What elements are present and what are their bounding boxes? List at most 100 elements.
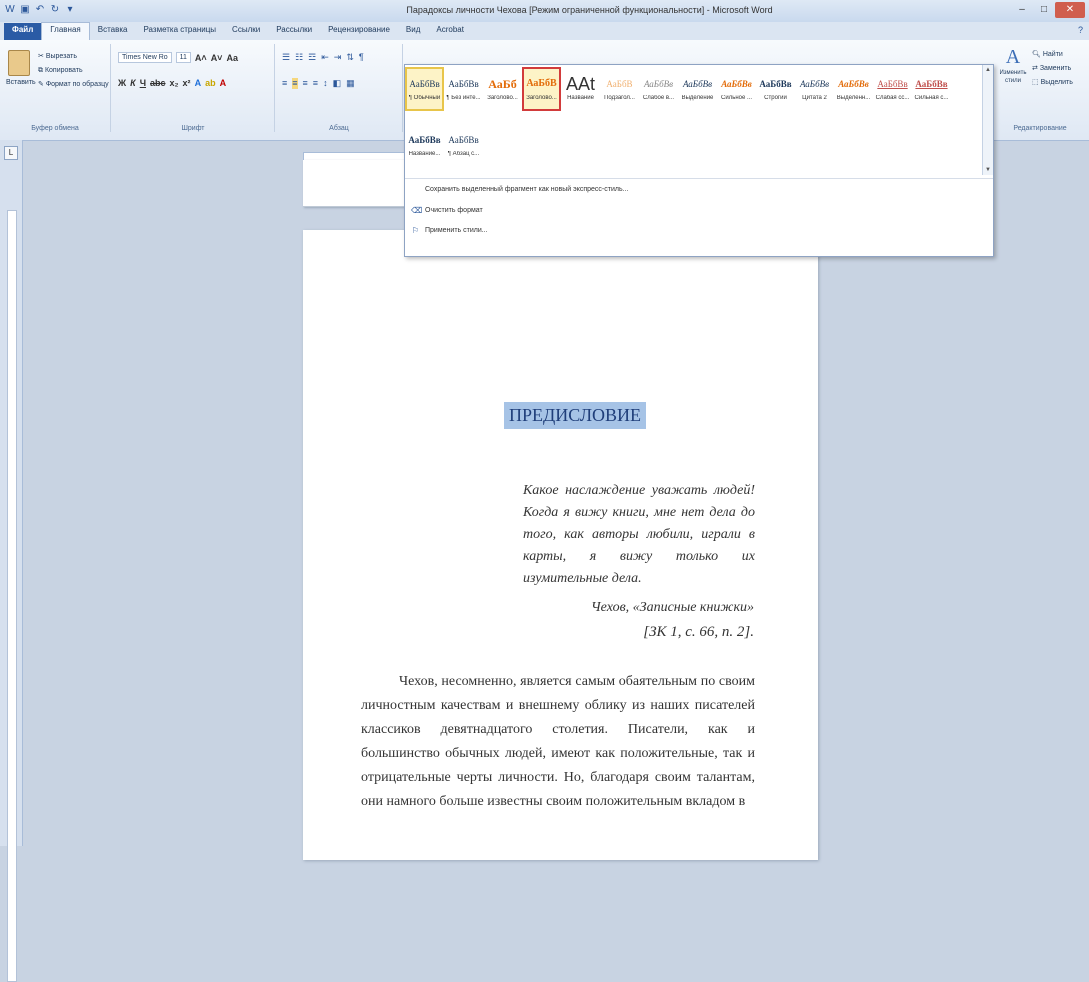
style-list-paragraph[interactable]: АаБбВв ¶ Абзац с... bbox=[444, 123, 483, 167]
undo-icon[interactable]: ↶ bbox=[34, 4, 46, 16]
maximize-icon[interactable]: □ bbox=[1033, 2, 1055, 18]
tab-file[interactable]: Файл bbox=[4, 23, 42, 40]
align-left-icon[interactable]: ≡ bbox=[282, 78, 287, 89]
bullets-icon[interactable]: ☰ bbox=[282, 52, 290, 63]
line-spacing-icon[interactable]: ↕ bbox=[323, 78, 328, 89]
style-intense-emphasis[interactable]: АаБбВв Сильное ... bbox=[717, 67, 756, 111]
close-icon[interactable]: ✕ bbox=[1055, 2, 1085, 18]
tab-review[interactable]: Рецензирование bbox=[320, 23, 398, 40]
change-styles-button[interactable]: A Изменить стили bbox=[998, 46, 1028, 85]
style-subtitle[interactable]: АаБбВ Подзагол... bbox=[600, 67, 639, 111]
style-heading-2[interactable]: АаБбВ Заголово... bbox=[522, 67, 561, 111]
save-quick-style-command[interactable]: Сохранить выделенный фрагмент как новый … bbox=[411, 185, 628, 194]
font-name-select[interactable]: Times New Ro bbox=[118, 52, 172, 63]
copy-button[interactable]: ⧉ Копировать bbox=[38, 64, 109, 78]
style-normal[interactable]: АаБбВв ¶ Обычный bbox=[405, 67, 444, 111]
highlight-icon[interactable]: ab bbox=[205, 78, 216, 88]
bold-icon[interactable]: Ж bbox=[118, 78, 126, 88]
tab-mailings[interactable]: Рассылки bbox=[268, 23, 320, 40]
tab-page-layout[interactable]: Разметка страницы bbox=[135, 23, 224, 40]
style-name: ¶ Абзац с... bbox=[447, 151, 480, 157]
style-name: Заголово... bbox=[526, 95, 557, 101]
scroll-up-icon[interactable]: ▲ bbox=[983, 67, 993, 73]
font-row-2: Ж К Ч abc x₂ x² A ab A bbox=[118, 78, 226, 88]
vertical-ruler-bar bbox=[7, 210, 17, 982]
style-no-spacing[interactable]: АаБбВв ¶ Без инте... bbox=[444, 67, 483, 111]
italic-icon[interactable]: К bbox=[130, 78, 136, 88]
cut-label: Вырезать bbox=[45, 53, 77, 60]
style-strong[interactable]: АаБбВв Строгий bbox=[756, 67, 795, 111]
subscript-icon[interactable]: x₂ bbox=[170, 78, 179, 88]
multilevel-list-icon[interactable]: ☲ bbox=[308, 52, 316, 63]
superscript-icon[interactable]: x² bbox=[183, 78, 191, 88]
tab-insert[interactable]: Вставка bbox=[90, 23, 136, 40]
style-name: Выделенн... bbox=[836, 95, 871, 101]
decrease-indent-icon[interactable]: ⇤ bbox=[321, 52, 329, 63]
clipboard-group-label: Буфер обмена bbox=[31, 125, 79, 132]
select-button[interactable]: ⬚ Выделить bbox=[1032, 76, 1073, 90]
pilcrow-icon[interactable]: ¶ bbox=[359, 52, 364, 63]
customize-icon[interactable]: ▾ bbox=[64, 4, 76, 16]
increase-indent-icon[interactable]: ⇥ bbox=[334, 52, 342, 63]
find-button[interactable]: 🔍︎ Найти bbox=[1032, 48, 1073, 62]
style-subtle-emphasis[interactable]: АаБбВв Слабое в... bbox=[639, 67, 678, 111]
align-center-icon[interactable]: ≡ bbox=[292, 78, 298, 89]
help-icon[interactable]: ? bbox=[1078, 25, 1083, 35]
align-right-icon[interactable]: ≡ bbox=[303, 78, 308, 89]
style-intense-quote[interactable]: АаБбВв Выделенн... bbox=[834, 67, 873, 111]
document-page[interactable]: ПРЕДИСЛОВИЕ Какое наслаждение уважать лю… bbox=[303, 230, 818, 860]
tab-references[interactable]: Ссылки bbox=[224, 23, 268, 40]
style-sample: АаБбВв bbox=[799, 79, 830, 89]
sort-icon[interactable]: ⇅ bbox=[346, 52, 354, 63]
word-icon[interactable]: W bbox=[4, 4, 16, 16]
text-effects-icon[interactable]: A bbox=[195, 78, 202, 88]
grow-font-icon[interactable]: A˄ bbox=[195, 53, 207, 63]
window-title: Парадоксы личности Чехова [Режим огранич… bbox=[406, 5, 773, 15]
paragraph-row-2: ≡ ≡ ≡ ≡ ↕ ◧ ▦ bbox=[282, 78, 355, 89]
style-subtle-reference[interactable]: АаБбВв Слабая сс... bbox=[873, 67, 912, 111]
brush-icon: ✎ bbox=[38, 81, 44, 88]
style-title[interactable]: ААt Название bbox=[561, 67, 600, 111]
font-size-select[interactable]: 11 bbox=[175, 52, 191, 63]
replace-label: Заменить bbox=[1039, 65, 1072, 72]
paste-button[interactable]: Вставить bbox=[6, 50, 36, 96]
title-bar: W ▣ ↶ ↻ ▾ Парадоксы личности Чехова [Реж… bbox=[0, 0, 1089, 23]
redo-icon[interactable]: ↻ bbox=[49, 4, 61, 16]
binoculars-icon: 🔍︎ bbox=[1032, 51, 1041, 58]
underline-icon[interactable]: Ч bbox=[140, 78, 146, 88]
justify-icon[interactable]: ≡ bbox=[313, 78, 318, 89]
scroll-down-icon[interactable]: ▼ bbox=[983, 167, 993, 173]
tab-acrobat[interactable]: Acrobat bbox=[428, 23, 472, 40]
style-heading-1[interactable]: АаБб Заголово... bbox=[483, 67, 522, 111]
clear-formatting-label: Очистить формат bbox=[425, 207, 483, 214]
tab-view[interactable]: Вид bbox=[398, 23, 428, 40]
style-emphasis[interactable]: АаБбВв Выделение bbox=[678, 67, 717, 111]
shading-icon[interactable]: ◧ bbox=[333, 78, 342, 89]
style-intense-reference[interactable]: АаБбВв Сильная с... bbox=[912, 67, 951, 111]
clear-formatting-command[interactable]: ⌫ Очистить формат bbox=[411, 206, 483, 215]
apply-styles-command[interactable]: ⚐ Применить стили... bbox=[411, 226, 488, 235]
tab-home[interactable]: Главная bbox=[41, 22, 90, 40]
change-case-icon[interactable]: Aa bbox=[226, 53, 238, 63]
replace-button[interactable]: ⇄ Заменить bbox=[1032, 62, 1073, 76]
tab-selector-icon[interactable]: L bbox=[4, 146, 18, 160]
paste-icon bbox=[8, 50, 30, 76]
strikethrough-icon[interactable]: abc bbox=[150, 78, 166, 88]
style-name: Сильная с... bbox=[914, 95, 949, 101]
font-color-icon[interactable]: A bbox=[220, 78, 227, 88]
gallery-scrollbar[interactable]: ▲ ▼ bbox=[982, 65, 993, 175]
style-name: Строгий bbox=[764, 95, 787, 101]
style-quote-2[interactable]: АаБбВв Цитата 2 bbox=[795, 67, 834, 111]
minimize-icon[interactable]: – bbox=[1011, 2, 1033, 18]
numbering-icon[interactable]: ☷ bbox=[295, 52, 303, 63]
style-sample: АаБбВ bbox=[526, 78, 557, 89]
cut-button[interactable]: ✂ Вырезать bbox=[38, 50, 109, 64]
page-heading[interactable]: ПРЕДИСЛОВИЕ bbox=[504, 402, 647, 429]
save-icon[interactable]: ▣ bbox=[19, 4, 31, 16]
format-painter-label: Формат по образцу bbox=[45, 81, 109, 88]
borders-icon[interactable]: ▦ bbox=[346, 78, 355, 89]
format-painter-button[interactable]: ✎ Формат по образцу bbox=[38, 78, 109, 92]
shrink-font-icon[interactable]: A˅ bbox=[211, 53, 223, 63]
style-book-title[interactable]: АаБбВв Название... bbox=[405, 123, 444, 167]
style-sample: АаБбВв bbox=[448, 135, 479, 145]
